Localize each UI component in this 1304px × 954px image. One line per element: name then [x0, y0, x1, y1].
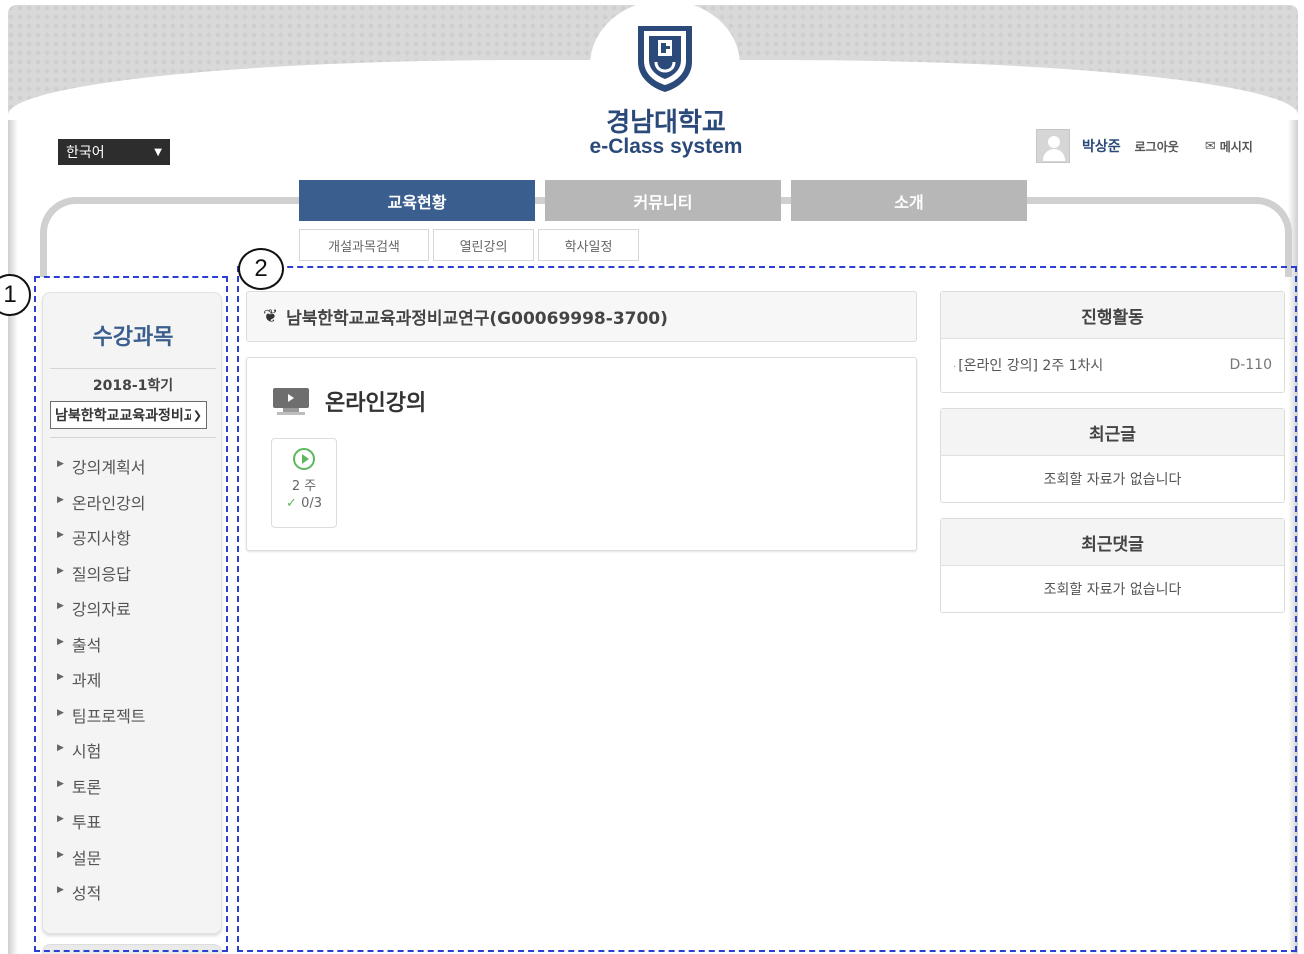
tab-education-status[interactable]: 교육현황: [299, 180, 535, 221]
subtab-course-search[interactable]: 개설과목검색: [299, 229, 429, 261]
user-area: 박상준 로그아웃 ✉ 메시지: [1036, 128, 1253, 164]
left-edge-shade: [8, 120, 18, 954]
subtab-academic-calendar[interactable]: 학사일정: [538, 229, 639, 261]
tab-introduction[interactable]: 소개: [791, 180, 1027, 221]
avatar[interactable]: [1036, 129, 1070, 163]
language-select-value: 한국어: [66, 145, 105, 161]
user-name[interactable]: 박상준: [1082, 136, 1121, 156]
annotation-box-1: [34, 276, 228, 952]
university-name: 경남대학교: [606, 107, 726, 137]
message-icon: ✉: [1204, 138, 1216, 154]
subtab-open-lectures[interactable]: 열린강의: [433, 229, 534, 261]
language-select[interactable]: 한국어 ▼: [58, 139, 170, 165]
logout-link[interactable]: 로그아웃: [1135, 138, 1179, 155]
university-emblem-logo[interactable]: [634, 22, 696, 94]
annotation-box-2: [237, 266, 1297, 952]
tab-community[interactable]: 커뮤니티: [545, 180, 781, 221]
message-label: 메시지: [1219, 139, 1253, 154]
message-link[interactable]: ✉ 메시지: [1205, 138, 1253, 155]
dropdown-arrow-icon: ▼: [154, 146, 162, 158]
callout-2: 2: [238, 248, 284, 290]
system-name: e-Class system: [589, 135, 743, 158]
